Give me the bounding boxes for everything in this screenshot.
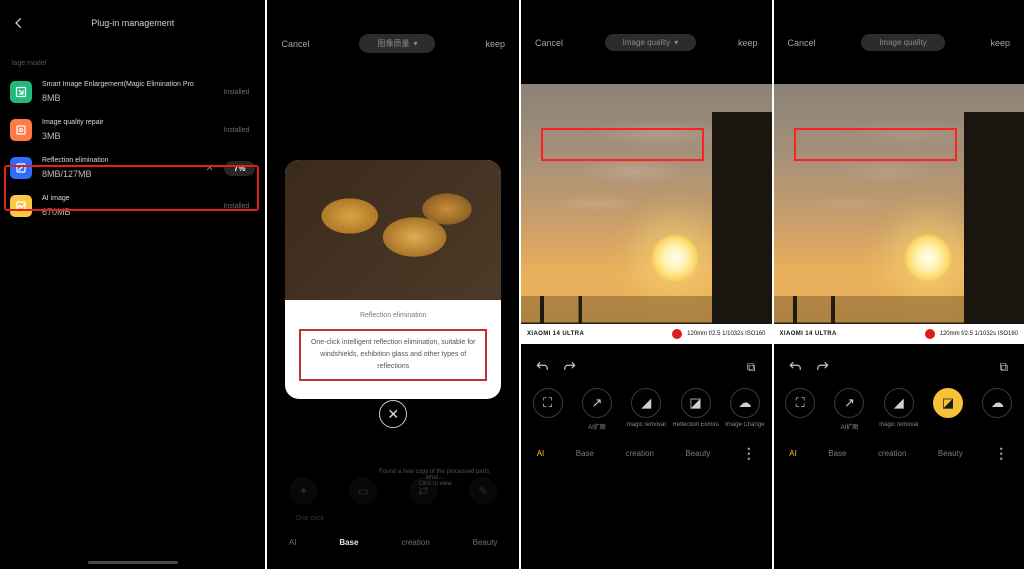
close-modal-button[interactable]: ✕ — [379, 400, 407, 428]
tab-beauty[interactable]: Beauty — [938, 449, 963, 458]
oneclick-tool[interactable]: ✦ — [289, 477, 317, 505]
adjust-tool[interactable]: ⇄ — [409, 477, 437, 505]
undo-icon[interactable] — [788, 360, 802, 374]
brush-tool[interactable]: ✎ — [469, 477, 497, 505]
tab-creation[interactable]: creation — [625, 449, 653, 458]
plugin-info-modal: Reflection elimination One-click intelli… — [285, 160, 501, 399]
leica-logo-icon — [672, 329, 682, 339]
tool-frame[interactable]: ⛶ — [533, 388, 563, 418]
chevron-down-icon: ▾ — [413, 39, 417, 48]
chevron-down-icon: ▾ — [674, 38, 678, 47]
leica-logo-icon — [925, 329, 935, 339]
plugin-row[interactable]: Smart Image Enlargement(Magic Eliminatio… — [0, 73, 265, 111]
annotation-region — [794, 128, 957, 161]
watermark-bar: XIAOMI 14 ULTRA 120mm f/2.5 1/1032s ISO1… — [774, 324, 1024, 344]
status-text: Installed — [223, 203, 255, 210]
keep-button[interactable]: keep — [738, 38, 758, 48]
editor-modal-screen: Cancel 图像质量▾ keep Reflection elimination… — [267, 0, 519, 569]
tab-ai[interactable]: AI — [537, 449, 545, 458]
quality-selector[interactable]: Image quality ▾ — [605, 34, 697, 51]
status-text: Installed — [223, 127, 255, 134]
status-text: Installed — [223, 89, 255, 96]
cancel-button[interactable]: Cancel — [281, 39, 309, 49]
tab-creation[interactable]: creation — [401, 538, 429, 547]
modal-description: One-click intelligent reflection elimina… — [299, 329, 487, 381]
plugin-management-screen: Plug-in management lage model Smart Imag… — [0, 0, 265, 569]
keep-button[interactable]: keep — [990, 38, 1010, 48]
tab-base[interactable]: Base — [828, 449, 846, 458]
more-icon[interactable]: ⋮ — [994, 450, 1008, 457]
modal-title: Reflection elimination — [299, 312, 487, 319]
redo-icon[interactable] — [563, 360, 577, 374]
quality-selector[interactable]: 图像质量▾ — [359, 34, 435, 53]
tab-ai[interactable]: AI — [289, 538, 297, 547]
tab-base[interactable]: Base — [339, 538, 358, 547]
tab-base[interactable]: Base — [576, 449, 594, 458]
crop-tool[interactable]: ▭ — [349, 477, 377, 505]
tool-cloud[interactable]: ☁ — [730, 388, 760, 418]
section-label: lage model — [0, 42, 265, 73]
tab-beauty[interactable]: Beauty — [473, 538, 498, 547]
tab-ai[interactable]: AI — [789, 449, 797, 458]
cancel-download-icon[interactable]: ✕ — [206, 163, 214, 174]
tool-eraser[interactable]: ◢ — [884, 388, 914, 418]
tab-beauty[interactable]: Beauty — [685, 449, 710, 458]
edited-photo[interactable] — [521, 84, 772, 334]
plugin-row[interactable]: Reflection elimination8MB/127MB ✕ 7% — [0, 149, 265, 187]
plugin-row[interactable]: Image quality repair3MB Installed — [0, 111, 265, 149]
editor-before-screen: Cancel Image quality ▾ keep Before use X… — [521, 0, 772, 569]
compare-icon[interactable]: ⧉ — [747, 360, 756, 375]
tool-reflection-active[interactable]: ◪ — [933, 388, 963, 418]
home-indicator[interactable] — [88, 561, 178, 564]
cancel-button[interactable]: Cancel — [788, 38, 816, 48]
tool-cloud[interactable]: ☁ — [982, 388, 1012, 418]
more-icon[interactable]: ⋮ — [742, 450, 756, 457]
modal-sample-image — [285, 160, 501, 300]
tool-expand[interactable]: ↗ — [834, 388, 864, 418]
cancel-button[interactable]: Cancel — [535, 38, 563, 48]
tool-expand[interactable]: ↗ — [582, 388, 612, 418]
quality-selector[interactable]: Image quality — [861, 34, 945, 51]
page-title: Plug-in management — [10, 18, 255, 28]
tab-creation[interactable]: creation — [878, 449, 906, 458]
repair-icon — [10, 119, 32, 141]
tool-reflection[interactable]: ◪ — [681, 388, 711, 418]
keep-button[interactable]: keep — [485, 39, 505, 49]
ai-image-icon — [10, 195, 32, 217]
edited-photo[interactable] — [774, 84, 1024, 334]
reflection-icon — [10, 157, 32, 179]
redo-icon[interactable] — [816, 360, 830, 374]
progress-pill[interactable]: 7% — [224, 161, 256, 176]
tool-eraser[interactable]: ◢ — [631, 388, 661, 418]
watermark-bar: XIAOMI 14 ULTRA 120mm f/2.5 1/1032s ISO1… — [521, 324, 772, 344]
tool-frame[interactable]: ⛶ — [785, 388, 815, 418]
editor-after-screen: Cancel Image quality keep After use XIAO… — [774, 0, 1024, 569]
enlarge-icon — [10, 81, 32, 103]
plugin-row[interactable]: AI image670MB Installed — [0, 187, 265, 225]
compare-icon[interactable]: ⧉ — [999, 360, 1008, 375]
annotation-region — [541, 128, 704, 161]
undo-icon[interactable] — [535, 360, 549, 374]
